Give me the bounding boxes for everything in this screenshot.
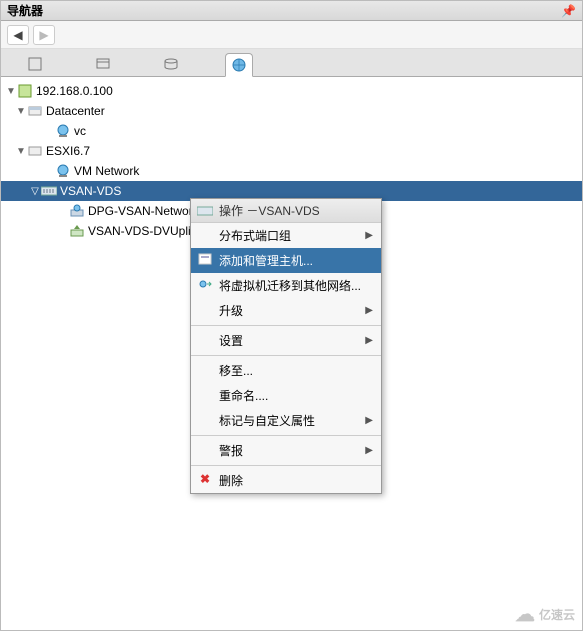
menu-migrate-vm[interactable]: 将虚拟机迁移到其他网络... <box>191 273 381 298</box>
submenu-arrow-icon: ▶ <box>365 230 373 241</box>
folder-icon <box>27 143 43 159</box>
datacenter-icon <box>27 103 43 119</box>
tree-label: 192.168.0.100 <box>36 84 113 98</box>
tree-label: Datacenter <box>46 104 105 118</box>
cloud-icon: ☁ <box>515 602 535 627</box>
menu-label: 分布式端口组 <box>219 227 291 244</box>
menu-label: 删除 <box>219 472 243 489</box>
menu-rename[interactable]: 重命名.... <box>191 383 381 408</box>
tree-node-vmnetwork[interactable]: VM Network <box>1 161 582 181</box>
tree-label: VM Network <box>74 164 139 178</box>
tab-storage-icon[interactable] <box>157 52 185 76</box>
menu-alarms[interactable]: 警报 ▶ <box>191 438 381 463</box>
tree-node-vc[interactable]: vc <box>1 121 582 141</box>
dvswitch-icon <box>197 206 213 216</box>
expand-icon[interactable]: ▽ <box>29 186 41 197</box>
tree-label: VSAN-VDS <box>60 184 121 198</box>
separator <box>191 325 381 326</box>
menu-label: 标记与自定义属性 <box>219 412 315 429</box>
menu-tags[interactable]: 标记与自定义属性 ▶ <box>191 408 381 433</box>
context-header-label: 操作 －VSAN-VDS <box>219 202 320 219</box>
tree-node-datacenter[interactable]: ▼ Datacenter <box>1 101 582 121</box>
nav-back-forward-bar: ◀ ▶ <box>1 21 582 49</box>
network-icon <box>55 163 71 179</box>
menu-move-to[interactable]: 移至... <box>191 358 381 383</box>
hosts-icon <box>197 251 213 267</box>
tree-label: VSAN-VDS-DVUplir <box>88 224 195 238</box>
menu-label: 设置 <box>219 332 243 349</box>
delete-icon: ✖ <box>197 471 213 487</box>
menu-label: 将虚拟机迁移到其他网络... <box>219 277 361 294</box>
submenu-arrow-icon: ▶ <box>365 415 373 426</box>
menu-label: 添加和管理主机... <box>219 252 313 269</box>
menu-add-manage-hosts[interactable]: 添加和管理主机... <box>191 248 381 273</box>
submenu-arrow-icon: ▶ <box>365 335 373 346</box>
separator <box>191 355 381 356</box>
submenu-arrow-icon: ▶ <box>365 305 373 316</box>
expand-icon[interactable]: ▼ <box>15 146 27 157</box>
pin-icon[interactable]: 📌 <box>561 4 576 18</box>
dvswitch-icon <box>41 183 57 199</box>
watermark: ☁ 亿速云 <box>515 602 575 627</box>
brand-label: 亿速云 <box>539 606 575 623</box>
separator <box>191 465 381 466</box>
tree-label: DPG-VSAN-Network <box>88 204 199 218</box>
network-icon <box>55 123 71 139</box>
navigator-title: 导航器 <box>7 2 43 19</box>
tab-networking-icon[interactable] <box>225 53 253 77</box>
menu-delete[interactable]: ✖ 删除 <box>191 468 381 493</box>
context-menu: 操作 －VSAN-VDS 分布式端口组 ▶ 添加和管理主机... 将虚拟机迁移到… <box>190 198 382 494</box>
menu-label: 警报 <box>219 442 243 459</box>
expand-icon[interactable]: ▼ <box>5 86 17 97</box>
navigator-titlebar: 导航器 📌 <box>1 1 582 21</box>
uplink-icon <box>69 223 85 239</box>
tab-hosts-icon[interactable] <box>21 52 49 76</box>
expand-icon[interactable]: ▼ <box>15 106 27 117</box>
forward-button[interactable]: ▶ <box>33 25 55 45</box>
context-menu-header: 操作 －VSAN-VDS <box>191 199 381 223</box>
tree-label: vc <box>74 124 86 138</box>
vcenter-icon <box>17 83 33 99</box>
separator <box>191 435 381 436</box>
migrate-icon <box>197 276 213 292</box>
tree-node-vcenter[interactable]: ▼ 192.168.0.100 <box>1 81 582 101</box>
tree-label: ESXI6.7 <box>46 144 90 158</box>
menu-label: 重命名.... <box>219 387 268 404</box>
menu-settings[interactable]: 设置 ▶ <box>191 328 381 353</box>
portgroup-icon <box>69 203 85 219</box>
menu-label: 升级 <box>219 302 243 319</box>
inventory-tabs <box>1 49 582 77</box>
menu-label: 移至... <box>219 362 253 379</box>
back-button[interactable]: ◀ <box>7 25 29 45</box>
menu-distributed-port-group[interactable]: 分布式端口组 ▶ <box>191 223 381 248</box>
tab-vms-icon[interactable] <box>89 52 117 76</box>
menu-upgrade[interactable]: 升级 ▶ <box>191 298 381 323</box>
submenu-arrow-icon: ▶ <box>365 445 373 456</box>
tree-node-esxi[interactable]: ▼ ESXI6.7 <box>1 141 582 161</box>
